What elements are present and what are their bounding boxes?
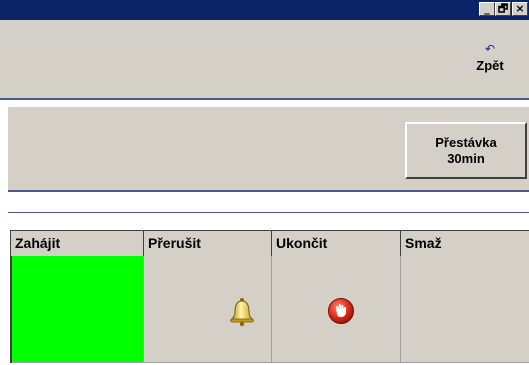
column-header-delete[interactable]: Smaž [400, 230, 529, 256]
back-button[interactable]: ↶ Zpět [460, 32, 520, 82]
break-button-label: Přestávka [435, 135, 497, 150]
break-30min-button[interactable]: Přestávka 30min [405, 122, 527, 179]
stop-icon[interactable] [327, 297, 355, 325]
start-cell[interactable] [12, 256, 143, 363]
minimize-button[interactable]: _ [479, 2, 495, 16]
undo-arrow-icon: ↶ [484, 42, 496, 56]
maximize-button[interactable]: 🗗 [495, 2, 511, 16]
toolbar [0, 20, 529, 100]
close-button[interactable]: × [512, 2, 528, 16]
back-button-label: Zpět [476, 58, 504, 73]
delete-cell[interactable] [400, 256, 529, 363]
column-header-end[interactable]: Ukončit [271, 230, 400, 256]
bell-icon[interactable] [229, 297, 255, 327]
column-header-start[interactable]: Zahájit [10, 230, 143, 256]
window-titlebar [0, 0, 529, 20]
separator [8, 212, 529, 213]
break-button-duration: 30min [447, 151, 485, 166]
column-header-pause[interactable]: Přerušit [143, 230, 271, 256]
